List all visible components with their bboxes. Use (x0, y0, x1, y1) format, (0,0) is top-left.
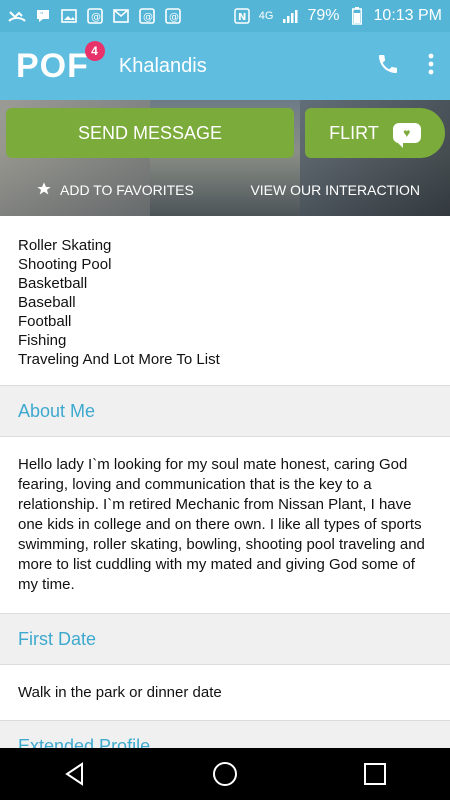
recents-button[interactable] (345, 748, 405, 800)
star-icon (36, 181, 52, 200)
recents-square-icon (364, 763, 386, 785)
back-button[interactable] (45, 748, 105, 800)
home-circle-icon (213, 762, 237, 786)
svg-text:N: N (238, 12, 246, 23)
extended-profile-header[interactable]: Extended Profile (0, 720, 450, 748)
hangouts-icon: " (34, 8, 52, 24)
email-at-icon-2: @ (138, 8, 156, 24)
add-to-favorites-link[interactable]: ADD TO FAVORITES (36, 181, 194, 200)
missed-call-icon (8, 8, 26, 24)
list-item: Traveling And Lot More To List (18, 351, 220, 368)
email-at-icon-3: @ (164, 8, 182, 24)
phone-icon[interactable] (376, 52, 400, 81)
svg-text:@: @ (169, 12, 179, 23)
gmail-icon (112, 8, 130, 24)
overflow-menu-icon[interactable] (428, 53, 434, 80)
system-nav-bar (0, 748, 450, 800)
email-at-icon: @ (86, 8, 104, 24)
list-item: Football (18, 313, 72, 330)
notification-icons: " @ @ @ (8, 8, 182, 24)
svg-text:": " (40, 11, 43, 19)
home-button[interactable] (195, 748, 255, 800)
pof-logo[interactable]: POF 4 (16, 40, 105, 86)
flirt-label: FLIRT (329, 122, 379, 143)
about-me-header: About Me (0, 385, 450, 437)
header-actions (376, 52, 434, 81)
svg-text:@: @ (143, 12, 153, 23)
list-item: Baseball (18, 294, 76, 311)
first-date-text: Walk in the park or dinner date (0, 665, 450, 720)
list-item: Fishing (18, 332, 67, 349)
first-date-header: First Date (0, 613, 450, 665)
battery-icon (348, 7, 366, 25)
status-bar: " @ @ @ N 4G 79% 10:13 PM (0, 0, 450, 32)
send-message-button[interactable]: SEND MESSAGE (6, 108, 294, 158)
battery-percent: 79% (307, 7, 340, 24)
nfc-icon: N (233, 8, 251, 24)
profile-content[interactable]: Roller Skating Shooting Pool Basketball … (0, 216, 450, 748)
profile-photo-strip[interactable]: SEND MESSAGE FLIRT ♥ ADD TO FAVORITES VI… (0, 100, 450, 216)
profile-username: Khalandis (118, 54, 207, 77)
hero-links: ADD TO FAVORITES VIEW OUR INTERACTION (0, 172, 450, 208)
gallery-icon (60, 8, 78, 24)
list-item: Basketball (18, 275, 88, 292)
clock: 10:13 PM (373, 7, 442, 24)
svg-text:@: @ (91, 12, 101, 23)
signal-icon (281, 8, 299, 24)
add-to-favorites-label: ADD TO FAVORITES (60, 182, 194, 198)
about-me-text: Hello lady I`m looking for my soul mate … (0, 437, 450, 613)
network-type-label: 4G (258, 10, 274, 22)
view-interaction-link[interactable]: VIEW OUR INTERACTION (250, 182, 420, 198)
notification-badge: 4 (84, 40, 105, 61)
back-triangle-icon (65, 762, 83, 786)
app-header: POF 4 Khalandis (0, 32, 450, 100)
list-item: Shooting Pool (18, 256, 112, 273)
heart-bubble-icon: ♥ (392, 123, 421, 148)
flirt-button[interactable]: FLIRT ♥ (305, 108, 445, 158)
system-status: N 4G 79% 10:13 PM (233, 7, 442, 25)
list-item: Roller Skating (18, 237, 112, 254)
logo-text: POF (16, 46, 89, 85)
interests-list: Roller Skating Shooting Pool Basketball … (0, 216, 450, 385)
